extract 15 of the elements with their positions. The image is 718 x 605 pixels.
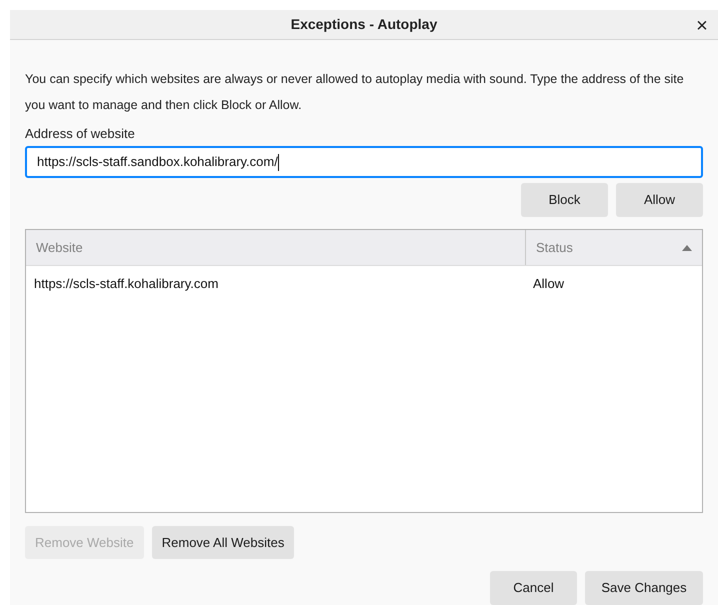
cancel-button[interactable]: Cancel xyxy=(490,571,577,605)
remove-all-websites-button[interactable]: Remove All Websites xyxy=(152,526,294,559)
address-label: Address of website xyxy=(25,124,136,142)
address-field[interactable]: https://scls-staff.sandbox.kohalibrary.com/ xyxy=(25,146,703,178)
save-changes-button[interactable]: Save Changes xyxy=(585,571,703,605)
table-row[interactable]: https://scls-staff.kohalibrary.com Allow xyxy=(26,266,702,302)
allow-button[interactable]: Allow xyxy=(616,183,703,217)
address-value: https://scls-staff.sandbox.kohalibrary.com/ xyxy=(37,153,278,172)
description-text: You can specify which websites are always or never allowed to autoplay media with sound. Type the address of the site you want to manage and then click Block or Allow. xyxy=(25,70,685,114)
sort-ascending-icon xyxy=(682,244,692,250)
block-button[interactable]: Block xyxy=(521,183,608,217)
table-cell-text: https://scls-staff.kohalibrary.com xyxy=(33,275,220,294)
table-cell-text: Allow xyxy=(533,275,564,294)
close-button[interactable]: × xyxy=(690,14,714,38)
window-title: Exceptions - Autoplay xyxy=(290,14,438,34)
